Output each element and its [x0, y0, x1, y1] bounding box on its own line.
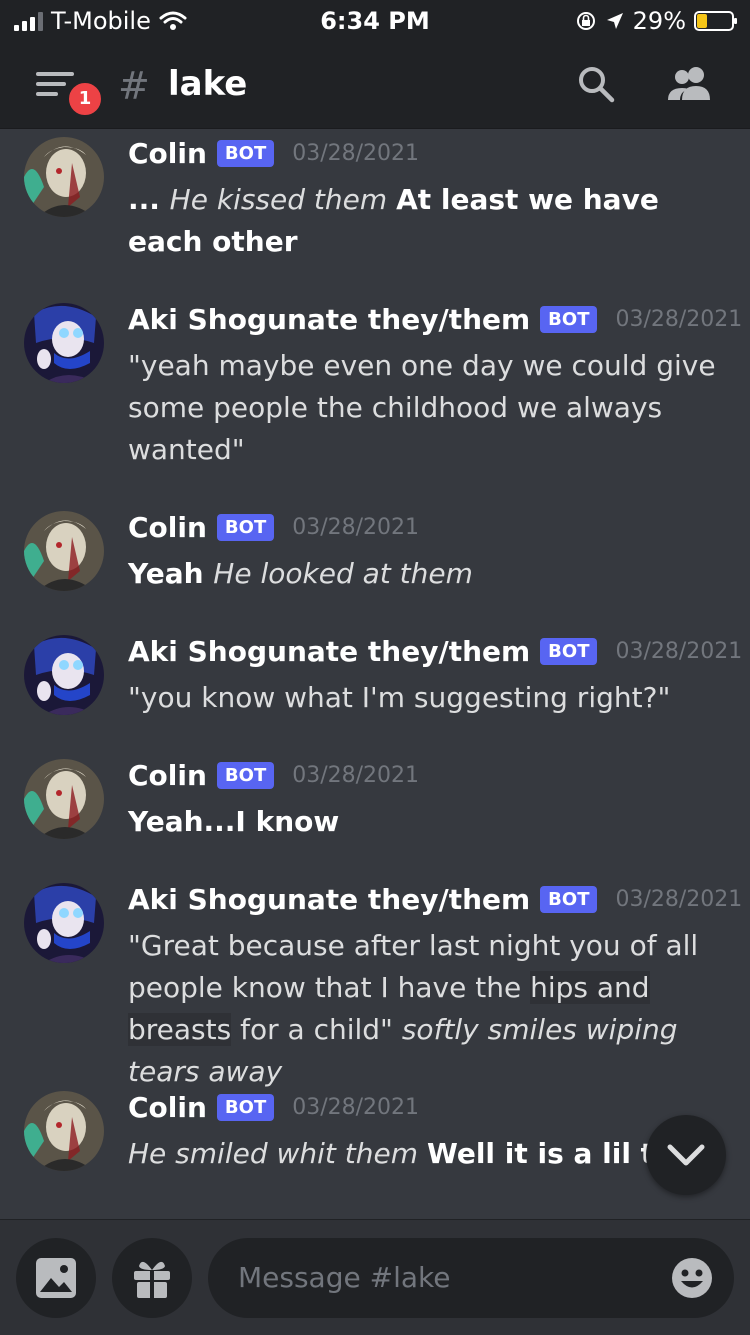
- author-name[interactable]: Aki Shogunate they/them: [128, 303, 530, 336]
- emoji-icon[interactable]: [670, 1256, 714, 1300]
- bot-badge: BOT: [216, 762, 275, 789]
- message-header: Colin BOT 03/28/2021: [128, 137, 419, 170]
- author-name[interactable]: Colin: [128, 1091, 207, 1124]
- message-text-bold: Yeah: [128, 557, 214, 590]
- message-content: "you know what I'm suggesting right?": [128, 677, 728, 719]
- message-content: "yeah maybe even one day we could give s…: [128, 345, 728, 471]
- aki-avatar[interactable]: [24, 883, 104, 963]
- timestamp: 03/28/2021: [615, 307, 743, 332]
- author-name[interactable]: Colin: [128, 137, 207, 170]
- timestamp: 03/28/2021: [292, 141, 420, 166]
- message-content: "Great because after last night you of a…: [128, 925, 728, 1093]
- author-name[interactable]: Colin: [128, 511, 207, 544]
- bot-badge: BOT: [540, 306, 598, 333]
- message-text-italic: He looked at them: [213, 557, 473, 590]
- orientation-lock-icon: [576, 12, 595, 30]
- author-name[interactable]: Colin: [128, 759, 207, 792]
- battery-icon: [694, 11, 737, 31]
- message-header: Colin BOT 03/28/2021: [128, 511, 419, 544]
- bot-badge: BOT: [216, 140, 275, 167]
- message-text-bold: Well it is a lil to soo: [426, 1137, 648, 1170]
- message-text-italic: He kissed them: [169, 183, 397, 216]
- message-composer: Message #lake: [0, 1219, 750, 1335]
- message-header: Aki Shogunate they/them BOT 03/28/2021: [128, 883, 742, 916]
- message-list[interactable]: Colin BOT 03/28/2021 ... He kissed them At …: [0, 129, 750, 1219]
- bot-badge: BOT: [216, 514, 275, 541]
- colin-avatar[interactable]: [24, 759, 104, 839]
- message-input-placeholder: Message #lake: [238, 1261, 451, 1294]
- colin-avatar[interactable]: [24, 511, 104, 591]
- channel-title: lake: [168, 64, 248, 104]
- colin-avatar[interactable]: [24, 137, 104, 217]
- channel-header: 1 # lake: [0, 42, 750, 129]
- message-text-normal: "yeah maybe even one day we could give s…: [128, 349, 716, 466]
- message-input[interactable]: Message #lake: [208, 1238, 734, 1318]
- message-content: Yeah...I know: [128, 801, 728, 843]
- message-content: ... He kissed them At least we have each…: [128, 179, 728, 263]
- message-text-normal: "you know what I'm suggesting right?": [128, 681, 671, 714]
- message-text-bold: Yeah...I know: [128, 805, 340, 838]
- timestamp: 03/28/2021: [292, 1095, 420, 1120]
- status-bar: T-Mobile 6:34 PM 29%: [0, 0, 750, 42]
- message-text-bold: ...: [128, 183, 170, 216]
- bot-badge: BOT: [540, 638, 598, 665]
- notification-badge: 1: [66, 80, 104, 118]
- jump-to-bottom-button[interactable]: [646, 1115, 726, 1195]
- hash-icon: #: [118, 64, 150, 108]
- message-text-italic: He smiled whit them: [128, 1137, 427, 1170]
- author-name[interactable]: Aki Shogunate they/them: [128, 883, 530, 916]
- battery-percent: 29%: [632, 7, 686, 35]
- message-content: He smiled whit them Well it is a lil to …: [128, 1133, 648, 1175]
- timestamp: 03/28/2021: [615, 639, 743, 664]
- gift-icon: [134, 1261, 170, 1298]
- message-header: Aki Shogunate they/them BOT 03/28/2021: [128, 635, 742, 668]
- aki-avatar[interactable]: [24, 303, 104, 383]
- message-header: Colin BOT 03/28/2021: [128, 1091, 419, 1124]
- timestamp: 03/28/2021: [615, 887, 743, 912]
- message-header: Aki Shogunate they/them BOT 03/28/2021: [128, 303, 742, 336]
- image-icon: [36, 1258, 76, 1298]
- chevron-down-icon: [667, 1144, 705, 1166]
- colin-avatar[interactable]: [24, 1091, 104, 1171]
- image-upload-button[interactable]: [16, 1238, 96, 1318]
- location-icon: [606, 13, 623, 29]
- search-icon[interactable]: [576, 64, 616, 104]
- message-header: Colin BOT 03/28/2021: [128, 759, 419, 792]
- message-text-normal: for a child": [231, 1013, 402, 1046]
- message-content: Yeah He looked at them: [128, 553, 728, 595]
- timestamp: 03/28/2021: [292, 763, 420, 788]
- members-icon[interactable]: [666, 64, 714, 104]
- gift-button[interactable]: [112, 1238, 192, 1318]
- bot-badge: BOT: [216, 1094, 275, 1121]
- timestamp: 03/28/2021: [292, 515, 420, 540]
- bot-badge: BOT: [540, 886, 598, 913]
- aki-avatar[interactable]: [24, 635, 104, 715]
- author-name[interactable]: Aki Shogunate they/them: [128, 635, 530, 668]
